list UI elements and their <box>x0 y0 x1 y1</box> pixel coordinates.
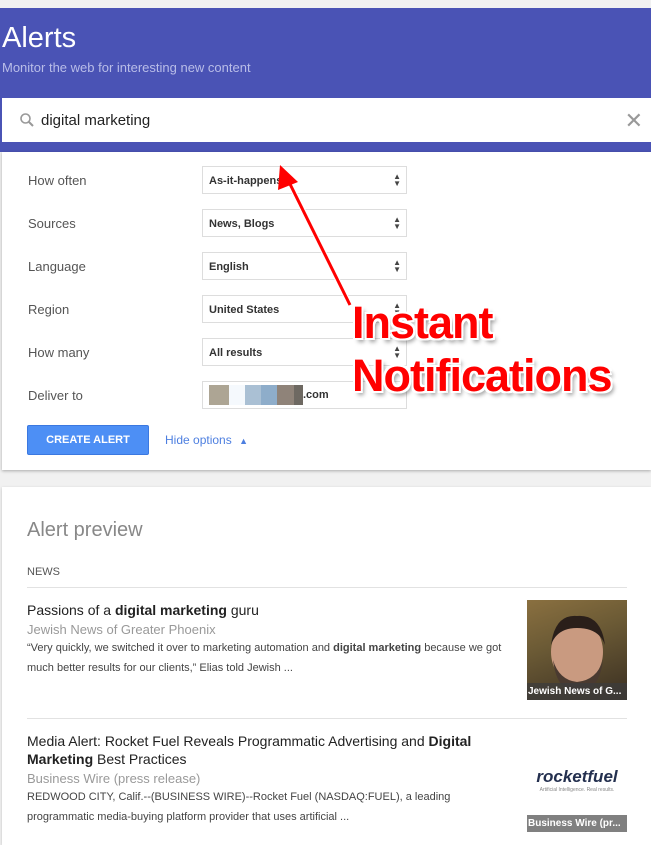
annotation-text-line2: Notifications <box>352 350 613 401</box>
annotation-text-line1: Instant <box>352 297 494 348</box>
annotation-arrow <box>278 165 353 307</box>
